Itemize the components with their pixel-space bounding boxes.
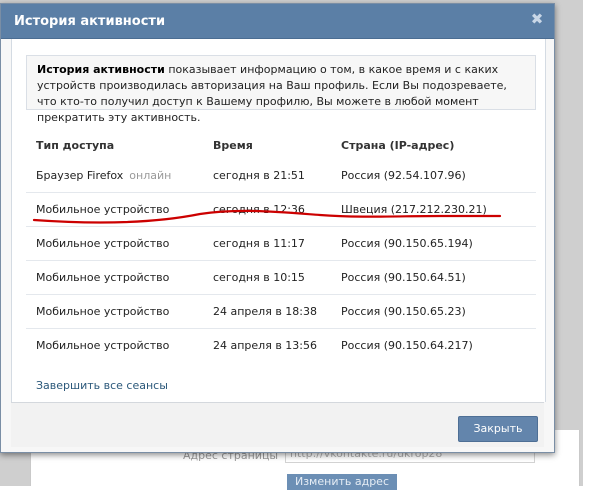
time: 24 апреля в 18:38 [213,305,318,318]
country-ip: Россия (90.150.65.23) [341,305,466,318]
access-type: Мобильное устройство [36,203,170,216]
background-right-strip [583,0,597,486]
time: сегодня в 12:36 [213,203,305,216]
time: сегодня в 10:15 [213,271,305,284]
info-title: История активности [37,63,165,76]
access-type: Мобильное устройство [36,339,170,352]
dialog-footer: Закрыть [11,402,544,447]
change-address-button[interactable]: Изменить адрес [287,474,397,490]
table-row: Мобильное устройство 24 апреля в 18:38 Р… [26,296,536,329]
access-type: Мобильное устройство [36,305,170,318]
info-box: История активности показывает информацию… [26,55,536,124]
country-ip: Россия (90.150.64.51) [341,271,466,284]
table-row: Браузер Firefox онлайн сегодня в 21:51 Ро… [26,160,536,193]
country-ip: Россия (90.150.65.194) [341,237,473,250]
table-row: Мобильное устройство сегодня в 10:15 Рос… [26,262,536,295]
column-header-time: Время [213,139,253,152]
access-type: Мобильное устройство [36,271,170,284]
end-all-sessions-link[interactable]: Завершить все сеансы [36,379,168,392]
access-type: Мобильное устройство [36,237,170,250]
time: сегодня в 21:51 [213,169,305,182]
table-row: Мобильное устройство сегодня в 12:36 Шве… [26,194,536,227]
activity-history-dialog: История активности ✖ История активности … [0,3,555,453]
time: 24 апреля в 13:56 [213,339,318,352]
online-status: онлайн [129,169,172,182]
column-header-access: Тип доступа [36,139,115,152]
dialog-content: История активности показывает информацию… [11,39,546,402]
country-ip: Россия (90.150.64.217) [341,339,473,352]
close-button[interactable]: Закрыть [458,416,538,442]
dialog-titlebar: История активности ✖ [1,4,554,39]
access-type: Браузер Firefox онлайн [36,169,172,182]
table-row: Мобильное устройство 24 апреля в 13:56 Р… [26,330,536,362]
table-row: Мобильное устройство сегодня в 11:17 Рос… [26,228,536,261]
column-header-country: Страна (IP-адрес) [341,139,455,152]
dialog-title: История активности [14,14,166,29]
close-icon[interactable]: ✖ [530,12,544,27]
country-ip: Швеция (217.212.230.21) [341,203,487,216]
country-ip: Россия (92.54.107.96) [341,169,466,182]
time: сегодня в 11:17 [213,237,305,250]
